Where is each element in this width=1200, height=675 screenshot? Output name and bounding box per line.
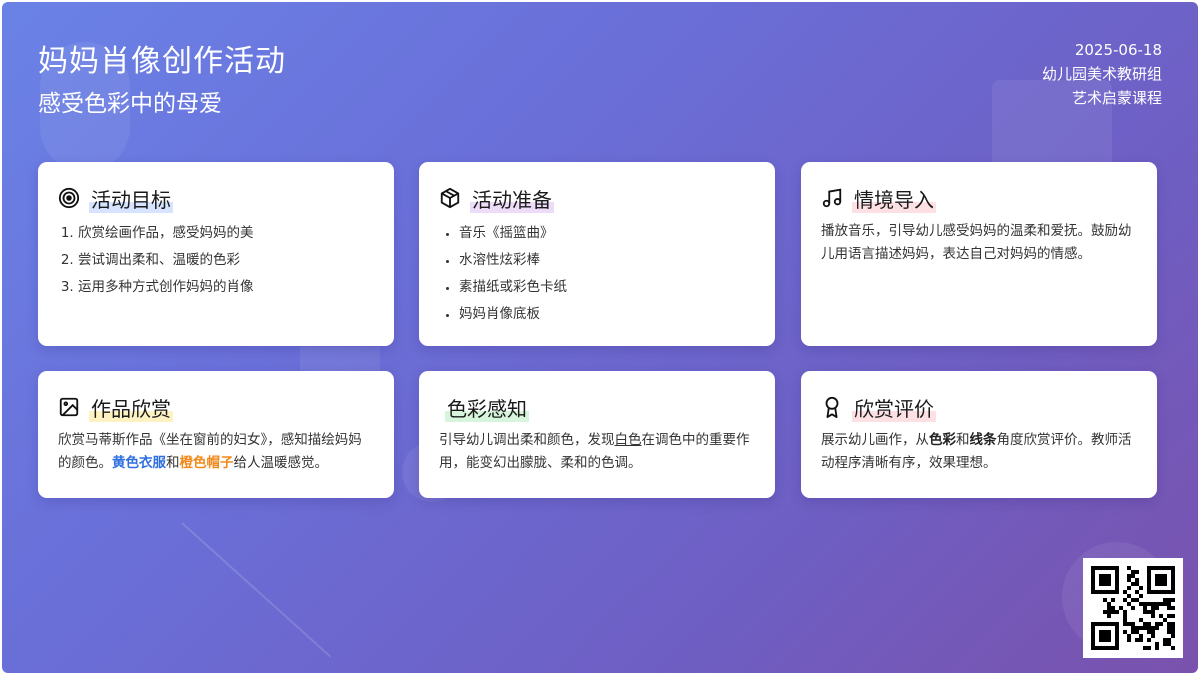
card-title: 色彩感知 bbox=[445, 392, 529, 422]
card-prep: 活动准备 音乐《摇篮曲》 水溶性炫彩棒 素描纸或彩色卡纸 妈妈肖像底板 bbox=[419, 162, 775, 346]
card-header: 活动准备 bbox=[439, 183, 755, 213]
card-text: 引导幼儿调出柔和颜色，发现白色在调色中的重要作用，能变幻出朦胧、柔和的色调。 bbox=[439, 429, 755, 475]
org-label: 幼儿园美术教研组 bbox=[1041, 65, 1162, 83]
list-item: 妈妈肖像底板 bbox=[459, 301, 755, 328]
target-icon bbox=[58, 187, 80, 209]
list-item: 音乐《摇篮曲》 bbox=[459, 220, 755, 247]
image-icon bbox=[59, 397, 79, 417]
list-item: 欣赏绘画作品，感受妈妈的美 bbox=[78, 220, 374, 247]
card-header: 欣赏评价 bbox=[821, 392, 1137, 422]
card-body: 欣赏绘画作品，感受妈妈的美 尝试调出柔和、温暖的色彩 运用多种方式创作妈妈的肖像 bbox=[58, 220, 374, 301]
list-item: 素描纸或彩色卡纸 bbox=[459, 274, 755, 301]
text-segment: 和 bbox=[956, 432, 970, 448]
card-text: 欣赏马蒂斯作品《坐在窗前的妇女》，感知描绘妈妈的颜色。黄色衣服和橙色帽子给人温暖… bbox=[58, 429, 374, 475]
text-segment: 和 bbox=[166, 455, 180, 471]
list-item: 运用多种方式创作妈妈的肖像 bbox=[78, 274, 374, 301]
page-subtitle: 感受色彩中的母爱 bbox=[38, 91, 222, 117]
card-appreciate: 作品欣赏 欣赏马蒂斯作品《坐在窗前的妇女》，感知描绘妈妈的颜色。黄色衣服和橙色帽… bbox=[38, 371, 394, 498]
card-title: 活动目标 bbox=[89, 183, 173, 213]
page-title: 妈妈肖像创作活动 bbox=[38, 44, 286, 79]
qr-code[interactable] bbox=[1083, 558, 1183, 658]
card-title: 活动准备 bbox=[470, 183, 554, 213]
music-icon bbox=[822, 188, 842, 208]
card-color: 色彩感知 引导幼儿调出柔和颜色，发现白色在调色中的重要作用，能变幻出朦胧、柔和的… bbox=[419, 371, 775, 498]
date-label: 2025-06-18 bbox=[1074, 41, 1162, 59]
award-icon bbox=[825, 396, 839, 418]
qr-code-icon bbox=[1091, 566, 1175, 650]
course-label: 艺术启蒙课程 bbox=[1071, 89, 1162, 107]
card-title: 情境导入 bbox=[852, 183, 936, 213]
box-icon bbox=[440, 187, 460, 209]
card-intro: 情境导入 播放音乐，引导幼儿感受妈妈的温柔和爱抚。鼓励幼儿用语言描述妈妈，表达自… bbox=[801, 162, 1157, 346]
highlight-text: 色彩 bbox=[929, 432, 956, 448]
decoration-line bbox=[181, 522, 332, 658]
highlight-text: 橙色帽子 bbox=[179, 455, 234, 471]
card-goals: 活动目标 欣赏绘画作品，感受妈妈的美 尝试调出柔和、温暖的色彩 运用多种方式创作… bbox=[38, 162, 394, 346]
card-header: 作品欣赏 bbox=[58, 392, 374, 422]
text-segment: 引导幼儿调出柔和颜色，发现 bbox=[439, 432, 615, 448]
card-eval: 欣赏评价 展示幼儿画作，从色彩和线条角度欣赏评价。教师活动程序清晰有序，效果理想… bbox=[801, 371, 1157, 498]
card-title: 欣赏评价 bbox=[852, 392, 936, 422]
card-title: 作品欣赏 bbox=[89, 392, 173, 422]
highlight-text: 线条 bbox=[969, 432, 997, 448]
header-meta: 2025-06-18 幼儿园美术教研组 艺术启蒙课程 bbox=[1042, 38, 1162, 110]
card-text: 展示幼儿画作，从色彩和线条角度欣赏评价。教师活动程序清晰有序，效果理想。 bbox=[821, 429, 1137, 475]
list-item: 水溶性炫彩棒 bbox=[459, 247, 755, 274]
highlight-text: 白色 bbox=[614, 432, 642, 448]
card-header: 色彩感知 bbox=[439, 392, 755, 422]
text-segment: 给人温暖感觉。 bbox=[233, 455, 329, 471]
card-body: 音乐《摇篮曲》 水溶性炫彩棒 素描纸或彩色卡纸 妈妈肖像底板 bbox=[439, 220, 755, 328]
text-segment: 展示幼儿画作，从 bbox=[821, 432, 929, 448]
highlight-text: 黄色衣服 bbox=[112, 455, 166, 471]
card-text: 播放音乐，引导幼儿感受妈妈的温柔和爱抚。鼓励幼儿用语言描述妈妈，表达自己对妈妈的… bbox=[821, 223, 1132, 262]
card-header: 活动目标 bbox=[58, 183, 374, 213]
card-header: 情境导入 bbox=[821, 183, 1137, 213]
list-item: 尝试调出柔和、温暖的色彩 bbox=[78, 247, 374, 274]
